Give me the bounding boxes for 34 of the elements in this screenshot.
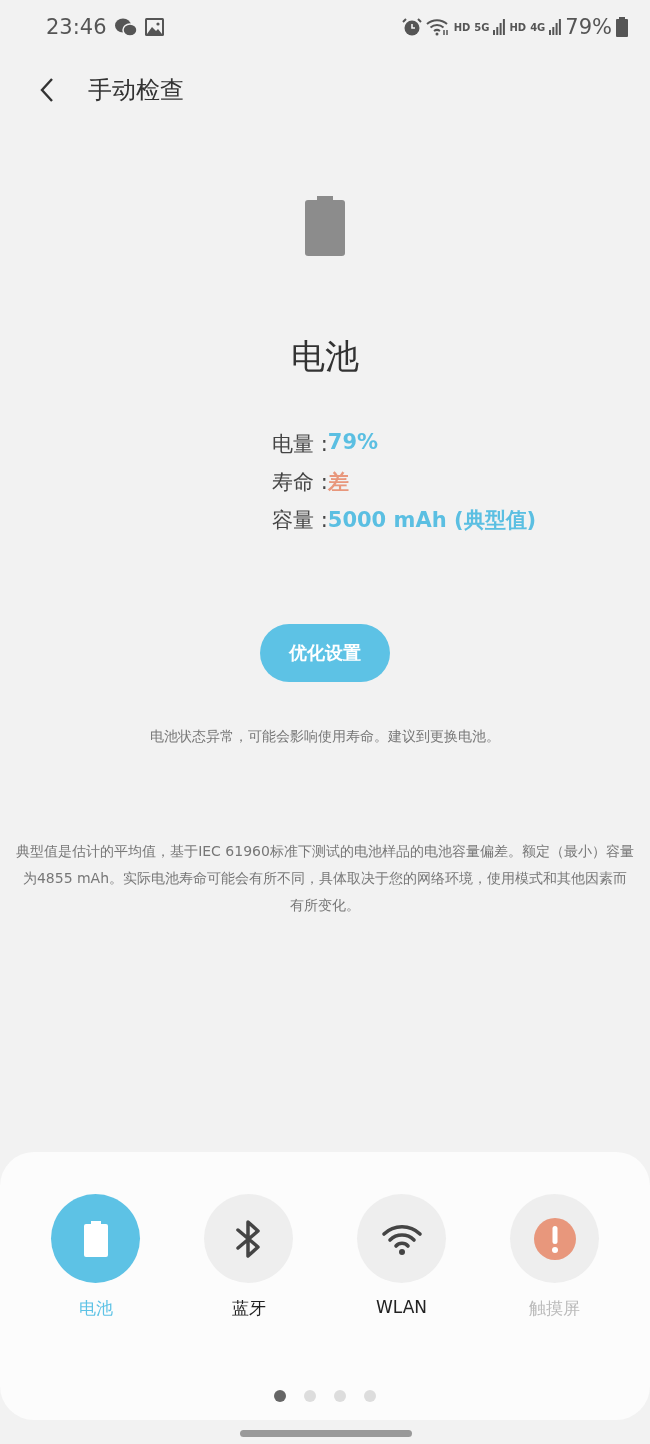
wifi-icon xyxy=(380,1222,423,1255)
detail-value: 5000 mAh (典型值) xyxy=(327,507,537,534)
page-dot[interactable] xyxy=(334,1390,346,1402)
home-bar[interactable] xyxy=(240,1430,412,1437)
battery-percent: 79% xyxy=(565,15,612,39)
alarm-icon xyxy=(401,17,422,37)
warning-icon xyxy=(533,1217,576,1260)
signal-icon xyxy=(493,19,506,35)
detail-value: 差 xyxy=(327,469,349,496)
network-label: 4G xyxy=(530,21,546,33)
battery-icon xyxy=(305,196,345,256)
page-dot[interactable] xyxy=(304,1390,316,1402)
clock-time: 23:46 xyxy=(46,15,107,39)
wifi-icon xyxy=(425,18,450,36)
status-message: 电池状态异常，可能会影响使用寿命。建议到更换电池。 xyxy=(150,728,500,746)
detail-value: 79% xyxy=(327,430,379,456)
detail-label: 电量 : xyxy=(272,431,328,458)
disclaimer-text: 典型值是估计的平均值，基于IEC 61960标准下测试的电池样品的电池容量偏差。额定（最小）容量为4855 mAh。实际电池寿命可能会有所不同，具体取决于您的网络环境，使用模式和其他因素而有所变化。 xyxy=(15,842,635,915)
network-label: HD xyxy=(453,21,471,33)
detail-label: 寿命 : xyxy=(272,469,328,496)
network-label: 5G xyxy=(474,21,490,33)
bluetooth-icon xyxy=(235,1219,262,1258)
battery-icon xyxy=(83,1220,108,1257)
battery-icon xyxy=(616,17,628,37)
page-dot[interactable] xyxy=(364,1390,376,1402)
signal-icon xyxy=(549,19,562,35)
page-title: 手动检查 xyxy=(88,75,184,106)
chat-icon xyxy=(114,17,137,37)
image-icon xyxy=(144,18,164,36)
test-title: 电池 xyxy=(291,335,359,378)
network-label: HD xyxy=(509,21,527,33)
detail-label: 容量 : xyxy=(272,507,328,534)
page-dot[interactable] xyxy=(274,1390,286,1402)
optimize-button[interactable]: 优化设置 xyxy=(260,624,390,682)
